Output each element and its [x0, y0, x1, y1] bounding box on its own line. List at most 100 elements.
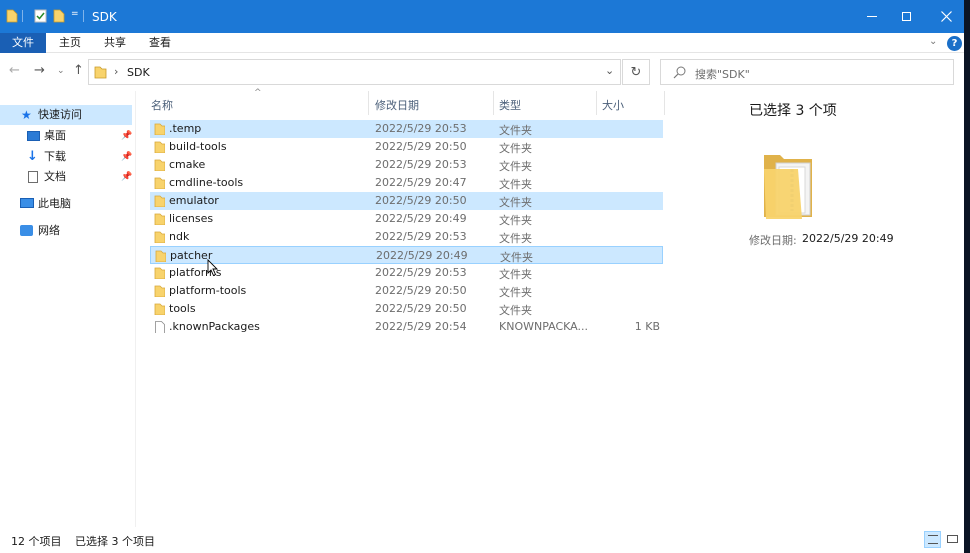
sidebar-item-downloads[interactable]: ↓ 下载 📌 [0, 147, 132, 167]
table-row[interactable]: platforms 2022/5/29 20:53 文件夹 [150, 264, 663, 282]
file-date: 2022/5/29 20:53 [375, 266, 467, 279]
column-header-size[interactable]: 大小 [602, 97, 624, 113]
back-arrow-icon[interactable]: ← [9, 63, 20, 78]
table-row[interactable]: ndk 2022/5/29 20:53 文件夹 [150, 228, 663, 246]
expand-ribbon-icon[interactable]: ⌄ [929, 36, 937, 47]
table-row[interactable]: .knownPackages 2022/5/29 20:54 KNOWNPACKA.… [150, 318, 663, 336]
sidebar-item-label: 快速访问 [38, 108, 82, 121]
star-icon: ★ [21, 108, 32, 122]
sidebar-item-label: 桌面 [44, 129, 66, 142]
sidebar-item-network[interactable]: 网络 [0, 221, 132, 241]
document-icon [28, 171, 38, 183]
file-name: build-tools [169, 140, 227, 153]
column-divider[interactable] [493, 91, 494, 115]
folder-icon [155, 250, 166, 262]
address-bar[interactable]: › SDK ⌄ [88, 59, 621, 85]
folder-icon [154, 213, 165, 225]
file-size: 1 KB [634, 320, 660, 333]
large-icons-view-button[interactable] [944, 531, 961, 548]
close-icon [940, 11, 952, 22]
sidebar-item-documents[interactable]: 文档 📌 [0, 167, 132, 187]
tab-share[interactable]: 共享 [101, 33, 129, 53]
folder-icon [154, 303, 165, 315]
folder-icon [154, 159, 165, 171]
computer-icon [20, 198, 34, 208]
customize-quick-access-icon[interactable]: = [71, 9, 79, 19]
details-view-button[interactable] [924, 531, 941, 548]
up-arrow-icon[interactable]: ↑ [73, 63, 84, 78]
table-row[interactable]: licenses 2022/5/29 20:49 文件夹 [150, 210, 663, 228]
file-name: ndk [169, 230, 190, 243]
forward-arrow-icon[interactable]: → [34, 63, 45, 78]
file-type: 文件夹 [499, 124, 532, 137]
search-icon [673, 66, 686, 79]
file-type: 文件夹 [500, 251, 533, 264]
file-name: .knownPackages [169, 320, 260, 333]
column-header-date[interactable]: 修改日期 [375, 97, 419, 113]
folder-icon [154, 285, 165, 297]
large-icons-view-icon [947, 535, 958, 543]
table-row[interactable]: .temp 2022/5/29 20:53 文件夹 [150, 120, 663, 138]
table-row[interactable]: cmake 2022/5/29 20:53 文件夹 [150, 156, 663, 174]
table-row[interactable]: build-tools 2022/5/29 20:50 文件夹 [150, 138, 663, 156]
folder-icon [154, 123, 165, 135]
file-type: 文件夹 [499, 268, 532, 281]
file-date: 2022/5/29 20:53 [375, 158, 467, 171]
pin-icon[interactable]: 📌 [121, 147, 132, 167]
table-row[interactable]: emulator 2022/5/29 20:50 文件夹 [150, 192, 663, 210]
folder-icon [154, 177, 165, 189]
file-name: licenses [169, 212, 214, 225]
help-icon[interactable]: ? [947, 36, 962, 51]
navigation-pane: ★ 快速访问 桌面 📌 ↓ 下载 📌 文档 📌 此电脑 网络 [0, 97, 136, 527]
tab-file[interactable]: 文件 [0, 33, 46, 53]
column-header-name[interactable]: 名称 [151, 97, 173, 113]
table-row[interactable]: tools 2022/5/29 20:50 文件夹 [150, 300, 663, 318]
table-row[interactable]: patcher 2022/5/29 20:49 文件夹 [150, 246, 663, 264]
file-type: 文件夹 [499, 232, 532, 245]
window-title: SDK [92, 10, 117, 24]
table-row[interactable]: cmdline-tools 2022/5/29 20:47 文件夹 [150, 174, 663, 192]
tab-home[interactable]: 主页 [56, 33, 84, 53]
selected-count: 已选择 3 个项目 [75, 535, 155, 548]
file-date: 2022/5/29 20:49 [376, 249, 468, 262]
folder-icon [6, 9, 18, 23]
sidebar-item-desktop[interactable]: 桌面 📌 [0, 126, 132, 146]
address-dropdown-icon[interactable]: ⌄ [605, 64, 614, 77]
column-divider[interactable] [664, 91, 665, 115]
desktop-edge [964, 0, 970, 553]
refresh-button[interactable]: ↻ [622, 59, 650, 85]
file-type: 文件夹 [499, 214, 532, 227]
breadcrumb[interactable]: SDK [127, 66, 150, 79]
refresh-icon: ↻ [630, 64, 642, 80]
file-name: cmdline-tools [169, 176, 244, 189]
pin-icon[interactable]: 📌 [121, 126, 132, 146]
search-input[interactable]: 搜索"SDK" [660, 59, 954, 85]
ribbon-tabs: 文件 主页 共享 查看 ⌄ ? [0, 33, 964, 53]
divider [83, 10, 84, 22]
desktop-icon [27, 131, 40, 141]
sidebar-item-label: 此电脑 [38, 197, 71, 210]
column-divider[interactable] [368, 91, 369, 115]
recent-locations-icon[interactable]: ⌄ [57, 66, 65, 76]
properties-icon[interactable] [34, 9, 47, 23]
file-date: 2022/5/29 20:53 [375, 122, 467, 135]
modified-label: 修改日期: [749, 234, 797, 247]
sidebar-item-quick-access[interactable]: ★ 快速访问 [0, 105, 132, 125]
file-name: emulator [169, 194, 219, 207]
item-count: 12 个项目 [11, 535, 62, 548]
new-folder-icon[interactable] [53, 9, 65, 23]
close-button[interactable] [926, 0, 964, 33]
table-row[interactable]: platform-tools 2022/5/29 20:50 文件夹 [150, 282, 663, 300]
folder-icon [154, 267, 165, 279]
download-icon: ↓ [27, 149, 38, 164]
sidebar-item-this-pc[interactable]: 此电脑 [0, 194, 132, 214]
file-date: 2022/5/29 20:54 [375, 320, 467, 333]
file-date: 2022/5/29 20:50 [375, 302, 467, 315]
column-divider[interactable] [596, 91, 597, 115]
network-icon [20, 225, 33, 236]
column-header-type[interactable]: 类型 [499, 97, 521, 113]
maximize-button[interactable] [886, 0, 926, 33]
tab-view[interactable]: 查看 [146, 33, 174, 53]
file-name: tools [169, 302, 196, 315]
pin-icon[interactable]: 📌 [121, 167, 132, 187]
